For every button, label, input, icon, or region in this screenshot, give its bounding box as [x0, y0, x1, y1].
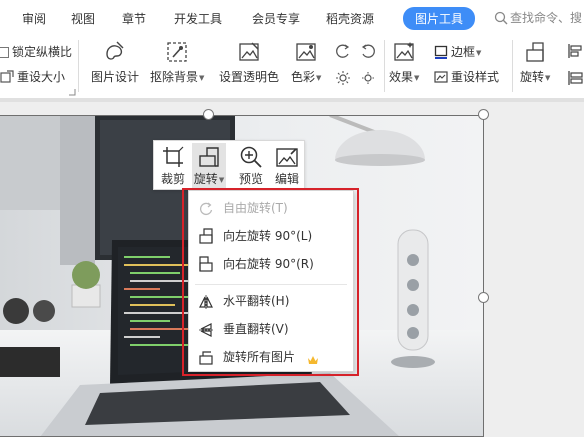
search-icon: [494, 11, 508, 25]
resize-handle-right[interactable]: [478, 292, 489, 303]
tab-view[interactable]: 视图: [71, 10, 95, 27]
tab-review[interactable]: 审阅: [22, 10, 46, 27]
picture-tools-ribbon: 锁定纵横比 重设大小 图片设计 抠除背景▼ 设置透明色 色彩▼ 效果▼ 边框▼ …: [0, 36, 584, 98]
ribbon-divider: [512, 40, 513, 92]
effects-button[interactable]: 效果▼: [389, 40, 419, 85]
picture-float-toolbar: 裁剪 旋转▼ 预览 编辑: [153, 140, 305, 190]
chevron-down-icon: ▼: [476, 49, 482, 57]
chevron-down-icon: ▼: [218, 176, 225, 184]
menu-item-rotate-all-pictures[interactable]: 旋转所有图片: [199, 347, 319, 367]
zoom-in-icon: [240, 146, 262, 168]
rotate-left-label: 向左旋转 90°(L): [223, 229, 313, 243]
resize-handle-top[interactable]: [203, 109, 214, 120]
color-label: 色彩: [291, 70, 316, 84]
set-transparent-color-label: 设置透明色: [219, 70, 280, 84]
border-label: 边框: [451, 45, 476, 59]
crop-button[interactable]: 裁剪: [156, 143, 190, 189]
chevron-down-icon: ▼: [545, 74, 551, 82]
rotate-left-icon: [199, 228, 213, 244]
menu-tab-bar: 审阅 视图 章节 开发工具 会员专享 稻壳资源 图片工具 查找命令、搜: [0, 0, 584, 36]
lock-ratio-checkbox[interactable]: 锁定纵横比: [0, 43, 72, 60]
align-icon[interactable]: [566, 42, 584, 60]
free-rotate-icon: [200, 202, 213, 216]
brightness-up-icon[interactable]: [335, 70, 351, 86]
flip-horizontal-icon: [199, 295, 213, 309]
border-icon: [434, 45, 448, 59]
command-search[interactable]: 查找命令、搜: [494, 9, 582, 26]
preview-button[interactable]: 预览: [234, 143, 268, 189]
ribbon-divider: [78, 40, 79, 92]
chevron-down-icon: ▼: [199, 74, 205, 82]
rotate-right-icon: [199, 256, 213, 272]
reset-style-label: 重设样式: [451, 70, 500, 84]
picture-design-label: 图片设计: [91, 70, 140, 84]
flip-vertical-label: 垂直翻转(V): [223, 322, 289, 336]
edit-picture-icon: [276, 148, 298, 167]
rotate-icon: [199, 147, 219, 167]
color-icon: [296, 43, 316, 61]
rotate-right-label: 向右旋转 90°(R): [223, 257, 314, 271]
tab-developer[interactable]: 开发工具: [174, 10, 222, 27]
menu-item-rotate-right[interactable]: 向右旋转 90°(R): [199, 254, 314, 274]
rotate-label: 旋转: [193, 172, 218, 186]
ribbon-divider: [384, 40, 385, 92]
effects-icon: [394, 42, 414, 61]
color-button[interactable]: 色彩▼: [291, 40, 321, 85]
rotate-button[interactable]: 旋转▼: [192, 143, 226, 189]
rotate-all-label: 旋转所有图片: [223, 350, 296, 364]
menu-item-flip-horizontal[interactable]: 水平翻转(H): [199, 291, 289, 311]
search-label: 查找命令、搜: [510, 11, 583, 25]
reset-size-label: 重设大小: [17, 70, 66, 84]
menu-item-free-rotate[interactable]: 自由旋转(T): [199, 198, 288, 218]
menu-item-flip-vertical[interactable]: 垂直翻转(V): [199, 319, 289, 339]
tab-member[interactable]: 会员专享: [252, 10, 300, 27]
chevron-down-icon: ▼: [414, 74, 420, 82]
menu-item-rotate-left[interactable]: 向左旋转 90°(L): [199, 226, 312, 246]
ribbon-canvas-gap: [0, 98, 584, 102]
reset-style-button[interactable]: 重设样式: [434, 68, 499, 85]
rotate-left-small-icon[interactable]: [335, 43, 351, 59]
rotate-icon: [526, 42, 544, 62]
crop-icon: [163, 146, 184, 167]
remove-background-label: 抠除背景: [150, 70, 199, 84]
chevron-down-icon: ▼: [316, 74, 322, 82]
resize-handle-top-right[interactable]: [478, 109, 489, 120]
flip-vertical-icon: [199, 323, 213, 337]
transparent-color-icon: [239, 42, 259, 61]
rotate-right-small-icon[interactable]: [360, 43, 376, 59]
tab-chapter[interactable]: 章节: [122, 10, 146, 27]
reset-style-icon: [434, 71, 448, 83]
rotate-ribbon-button[interactable]: 旋转▼: [520, 40, 550, 85]
remove-background-icon: [167, 42, 187, 62]
rotate-dropdown-menu: 自由旋转(T) 向左旋转 90°(L) 向右旋转 90°(R) 水平翻转(H) …: [188, 190, 354, 372]
menu-divider: [195, 284, 347, 285]
checkbox-icon: [0, 47, 9, 58]
brightness-down-icon[interactable]: [360, 70, 376, 86]
lock-ratio-label: 锁定纵横比: [12, 45, 73, 59]
tab-docer-resources[interactable]: 稻壳资源: [326, 10, 374, 27]
reset-size-icon: [0, 70, 14, 83]
tab-picture-tools[interactable]: 图片工具: [403, 7, 476, 30]
picture-design-button[interactable]: 图片设计: [91, 40, 139, 85]
remove-background-button[interactable]: 抠除背景▼: [150, 40, 204, 85]
group-icon[interactable]: [566, 70, 584, 86]
set-transparent-color-button[interactable]: 设置透明色: [219, 40, 279, 85]
edit-label: 编辑: [274, 172, 299, 186]
border-button[interactable]: 边框▼: [434, 43, 481, 60]
flip-horizontal-label: 水平翻转(H): [223, 294, 290, 308]
free-rotate-label: 自由旋转(T): [223, 201, 288, 215]
reset-size-button[interactable]: 重设大小: [0, 68, 65, 85]
crop-label: 裁剪: [160, 172, 185, 186]
edit-button[interactable]: 编辑: [270, 143, 304, 189]
picture-design-icon: [106, 41, 124, 60]
dialog-launcher-icon[interactable]: [68, 88, 76, 96]
preview-label: 预览: [238, 172, 263, 186]
effects-label: 效果: [389, 70, 414, 84]
crown-icon: [307, 356, 318, 364]
rotate-all-icon: [199, 351, 213, 365]
rotate-ribbon-label: 旋转: [520, 70, 545, 84]
